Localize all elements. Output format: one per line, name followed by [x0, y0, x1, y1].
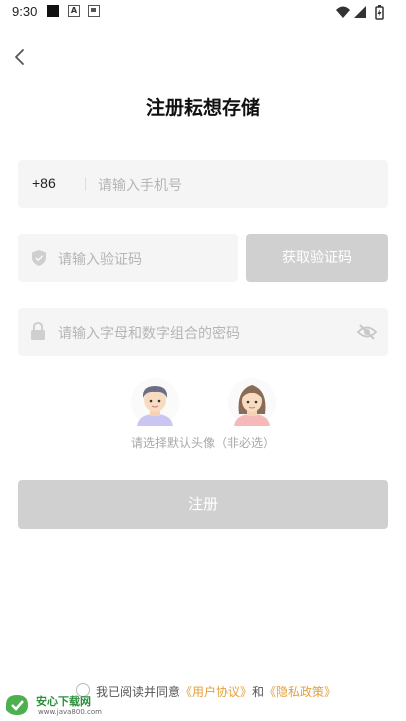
notification-square-icon	[47, 5, 59, 17]
a-app-icon: A	[68, 5, 80, 17]
wifi-icon	[336, 6, 350, 18]
lock-icon	[31, 322, 45, 340]
register-button[interactable]: 注册	[18, 480, 388, 529]
avatar-hint: 请选择默认头像（非必选）	[130, 436, 275, 450]
phone-field[interactable]: +86 请输入手机号	[18, 160, 388, 208]
password-field[interactable]: 请输入字母和数字组合的密码	[18, 308, 388, 356]
status-time: 9:30	[12, 4, 38, 19]
page-title: 注册耘想存储	[145, 97, 260, 119]
status-bar: 9:30 A	[0, 0, 406, 24]
user-agreement-link[interactable]: 《用户协议》	[180, 685, 252, 699]
watermark: 安心下载网 www.java800.com	[4, 691, 114, 719]
privacy-policy-link[interactable]: 《隐私政策》	[264, 685, 336, 699]
watermark-logo-icon	[6, 695, 28, 715]
agreement-conjunction: 和	[252, 685, 265, 699]
shield-icon	[32, 250, 46, 266]
agreement-text: 我已阅读并同意《用户协议》和《隐私政策》	[96, 683, 336, 700]
eye-off-icon[interactable]	[356, 321, 378, 343]
chevron-left-icon	[15, 49, 24, 65]
female-avatar[interactable]	[228, 378, 276, 426]
password-input-placeholder[interactable]: 请输入字母和数字组合的密码	[58, 323, 240, 343]
battery-charging-icon	[375, 5, 384, 20]
watermark-url: www.java800.com	[38, 708, 102, 716]
male-avatar[interactable]	[131, 378, 179, 426]
status-right-icons	[336, 5, 384, 20]
get-code-button[interactable]: 获取验证码	[246, 234, 388, 282]
divider	[85, 177, 86, 191]
sim-card-icon	[88, 5, 100, 17]
code-input-placeholder[interactable]: 请输入验证码	[58, 249, 142, 269]
back-button[interactable]	[8, 44, 34, 70]
country-code[interactable]: +86	[32, 175, 56, 191]
signal-icon	[354, 6, 366, 18]
phone-input-placeholder[interactable]: 请输入手机号	[98, 175, 182, 195]
watermark-name: 安心下载网	[36, 695, 91, 708]
verification-code-field[interactable]: 请输入验证码	[18, 234, 238, 282]
